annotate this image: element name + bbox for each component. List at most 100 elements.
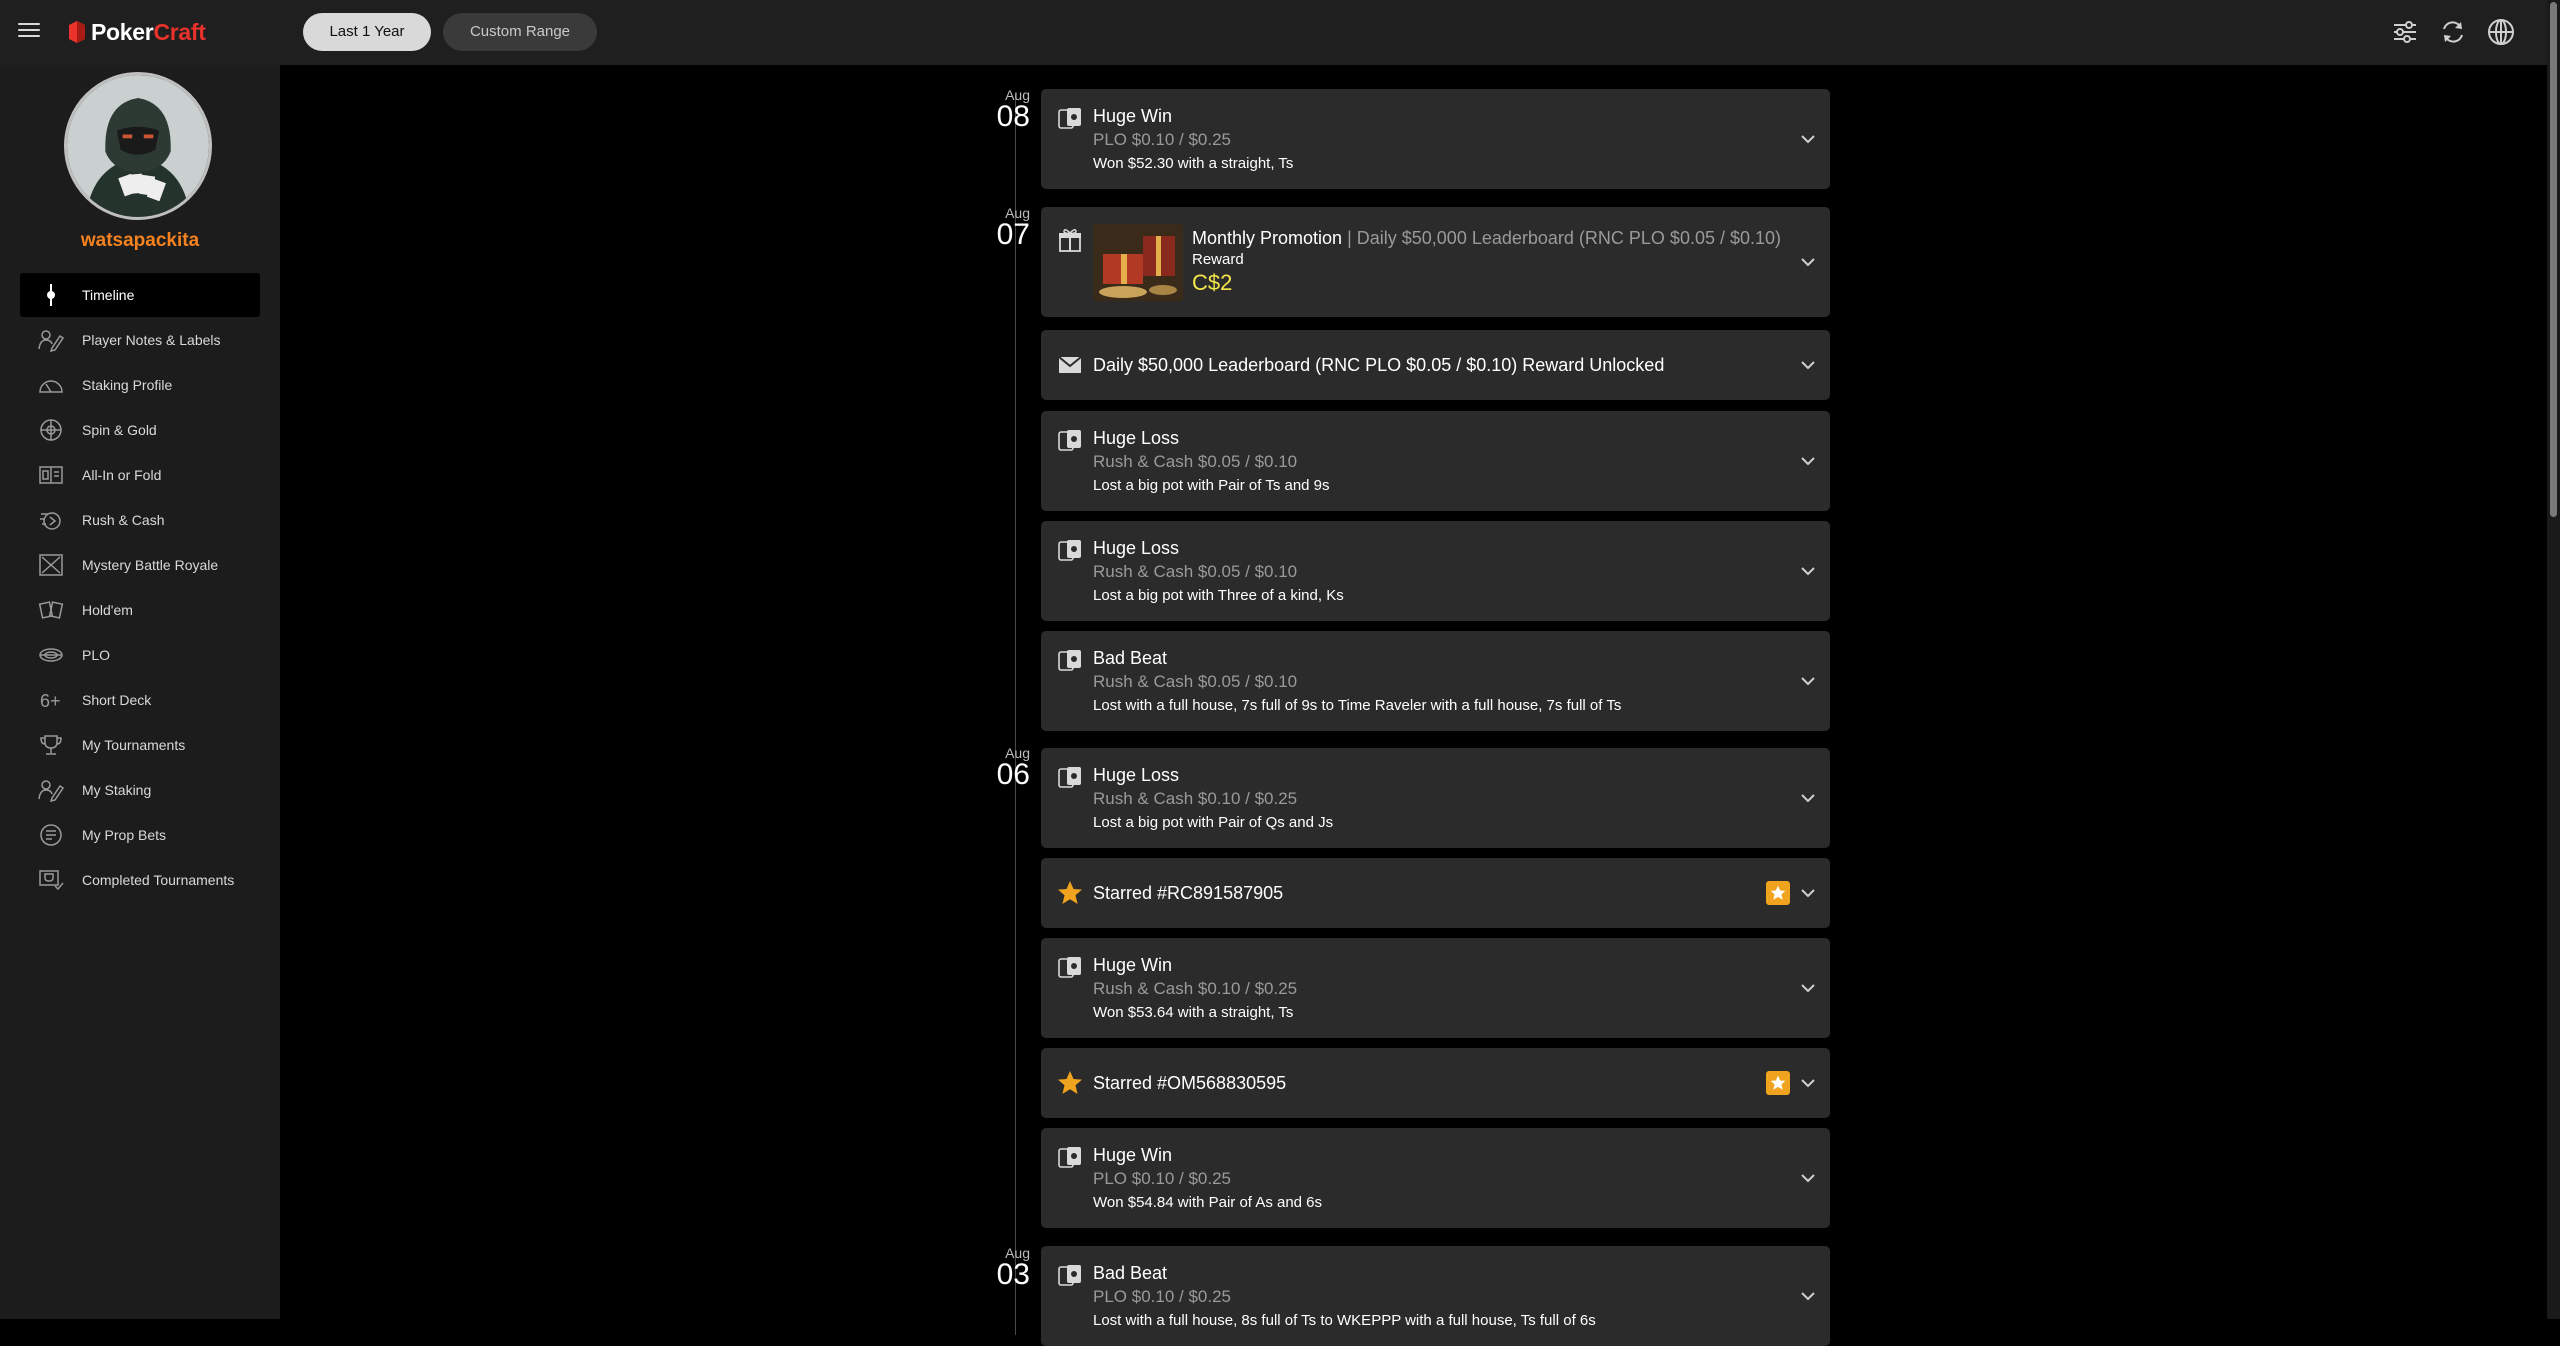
scrollbar-thumb[interactable] xyxy=(2550,2,2557,517)
timeline-card-huge-win[interactable]: Huge Win Rush & Cash $0.10 / $0.25 Won $… xyxy=(1041,938,1830,1038)
top-bar: PokerCraft Last 1 Year Custom Range xyxy=(0,0,2547,65)
promotion-title: Monthly Promotion xyxy=(1192,228,1343,248)
sidebar-item-label: Rush & Cash xyxy=(82,512,165,528)
sidebar-item-label: My Tournaments xyxy=(82,737,186,753)
cards-icon xyxy=(1058,430,1081,451)
chevron-down-icon[interactable] xyxy=(1800,982,1816,994)
sidebar-item-my-staking[interactable]: My Staking xyxy=(20,768,260,812)
timeline-card-huge-loss[interactable]: Huge Loss Rush & Cash $0.05 / $0.10 Lost… xyxy=(1041,411,1830,511)
spin-wheel-icon xyxy=(36,418,66,442)
sidebar-item-label: Staking Profile xyxy=(82,377,173,393)
sidebar-item-timeline[interactable]: Timeline xyxy=(20,273,260,317)
scrollbar[interactable] xyxy=(2547,0,2560,1319)
sidebar-item-plo[interactable]: PLO xyxy=(20,633,260,677)
card-game: Rush & Cash $0.10 / $0.25 xyxy=(1093,979,1298,998)
rush-icon xyxy=(36,508,66,532)
sidebar-item-staking-profile[interactable]: Staking Profile xyxy=(20,363,260,407)
sidebar-item-holdem[interactable]: Hold'em xyxy=(20,588,260,632)
timeline-card-reward-unlocked[interactable]: Daily $50,000 Leaderboard (RNC PLO $0.05… xyxy=(1041,330,1830,400)
sidebar-item-player-notes[interactable]: Player Notes & Labels xyxy=(20,318,260,362)
sidebar-item-my-prop-bets[interactable]: My Prop Bets xyxy=(20,813,260,857)
logo-text-craft: Craft xyxy=(153,18,206,45)
chevron-down-icon[interactable] xyxy=(1800,133,1816,145)
card-title: Daily $50,000 Leaderboard (RNC PLO $0.05… xyxy=(1093,355,1665,375)
date-day: 03 xyxy=(996,1258,1030,1291)
card-game: Rush & Cash $0.05 / $0.10 xyxy=(1093,672,1298,691)
swords-icon xyxy=(36,553,66,577)
sidebar-item-short-deck[interactable]: 6+ Short Deck xyxy=(20,678,260,722)
chevron-down-icon[interactable] xyxy=(1800,455,1816,467)
globe-icon[interactable] xyxy=(2487,18,2515,46)
chevron-down-icon[interactable] xyxy=(1800,675,1816,687)
sidebar-item-label: Spin & Gold xyxy=(82,422,157,438)
card-description: Lost a big pot with Three of a kind, Ks xyxy=(1093,587,1344,604)
sidebar-nav: Timeline Player Notes & Labels Staking P… xyxy=(20,273,260,903)
last-1-year-button[interactable]: Last 1 Year xyxy=(303,13,431,51)
chevron-down-icon[interactable] xyxy=(1800,359,1816,371)
date-day: 08 xyxy=(996,100,1030,133)
sidebar-item-completed-tournaments[interactable]: Completed Tournaments xyxy=(20,858,260,902)
sidebar-item-label: PLO xyxy=(82,647,111,663)
sidebar-item-my-tournaments[interactable]: My Tournaments xyxy=(20,723,260,767)
sidebar-item-label: Short Deck xyxy=(82,692,152,708)
chevron-down-icon[interactable] xyxy=(1800,1290,1816,1302)
avatar[interactable] xyxy=(64,72,212,220)
card-description: Lost with a full house, 8s full of Ts to… xyxy=(1093,1312,1596,1329)
star-icon xyxy=(1058,1071,1082,1094)
card-title: Bad Beat xyxy=(1093,1263,1168,1283)
pokercraft-logo: PokerCraft xyxy=(69,17,206,47)
trophy-icon xyxy=(36,733,66,757)
chevron-down-icon[interactable] xyxy=(1800,887,1816,899)
chevron-down-icon[interactable] xyxy=(1800,256,1816,268)
timeline-card-huge-win[interactable]: Huge Win PLO $0.10 / $0.25 Won $54.84 wi… xyxy=(1041,1128,1830,1228)
chevron-down-icon[interactable] xyxy=(1800,1172,1816,1184)
starred-badge-icon[interactable] xyxy=(1766,1071,1790,1095)
promotion-image xyxy=(1093,224,1183,301)
sidebar: watsapackita Timeline Player Notes & Lab… xyxy=(0,65,280,1319)
timeline-card-huge-loss[interactable]: Huge Loss Rush & Cash $0.10 / $0.25 Lost… xyxy=(1041,748,1830,848)
card-title: Starred #OM568830595 xyxy=(1093,1073,1287,1093)
custom-range-button[interactable]: Custom Range xyxy=(443,13,597,51)
cards-icon xyxy=(1058,540,1081,561)
sidebar-item-spin-gold[interactable]: Spin & Gold xyxy=(20,408,260,452)
timeline-card-starred[interactable]: Starred #OM568830595 xyxy=(1041,1048,1830,1118)
timeline-card-promotion[interactable]: Monthly Promotion | Daily $50,000 Leader… xyxy=(1041,207,1830,317)
chevron-down-icon[interactable] xyxy=(1800,792,1816,804)
timeline-card-huge-loss[interactable]: Huge Loss Rush & Cash $0.05 / $0.10 Lost… xyxy=(1041,521,1830,621)
sidebar-item-label: My Prop Bets xyxy=(82,827,167,843)
filter-icon[interactable] xyxy=(2391,18,2419,46)
timeline-card-bad-beat[interactable]: Bad Beat PLO $0.10 / $0.25 Lost with a f… xyxy=(1041,1246,1830,1346)
chevron-down-icon[interactable] xyxy=(1800,1077,1816,1089)
date-day: 06 xyxy=(996,758,1030,791)
sidebar-item-label: Mystery Battle Royale xyxy=(82,557,219,573)
menu-icon[interactable] xyxy=(18,19,40,41)
card-description: Won $53.64 with a straight, Ts xyxy=(1093,1004,1294,1021)
sidebar-item-mystery-battle-royale[interactable]: Mystery Battle Royale xyxy=(20,543,260,587)
card-title: Huge Win xyxy=(1093,955,1173,975)
sidebar-item-label: Completed Tournaments xyxy=(82,872,235,888)
sidebar-item-rush-cash[interactable]: Rush & Cash xyxy=(20,498,260,542)
cards-icon xyxy=(1058,650,1081,671)
timeline: Aug 08 Aug 07 Aug 06 Aug 03 Huge Win PLO $0.… xyxy=(980,65,1840,1346)
six-plus-icon: 6+ xyxy=(36,688,66,712)
sidebar-item-all-in-or-fold[interactable]: All-In or Fold xyxy=(20,453,260,497)
card-description: Lost with a full house, 7s full of 9s to… xyxy=(1093,697,1622,714)
card-description: Lost a big pot with Pair of Ts and 9s xyxy=(1093,477,1330,494)
date-marker: Aug 03 xyxy=(980,1245,1030,1291)
timeline-card-starred[interactable]: Starred #RC891587905 xyxy=(1041,858,1830,928)
sidebar-item-label: All-In or Fold xyxy=(82,467,162,483)
card-title: Huge Loss xyxy=(1093,428,1180,448)
refresh-icon[interactable] xyxy=(2439,18,2467,46)
staking-icon xyxy=(36,778,66,802)
starred-badge-icon[interactable] xyxy=(1766,881,1790,905)
mail-icon xyxy=(1058,356,1082,373)
sidebar-item-label: Hold'em xyxy=(82,602,133,618)
date-marker: Aug 06 xyxy=(980,745,1030,791)
timeline-card-bad-beat[interactable]: Bad Beat Rush & Cash $0.05 / $0.10 Lost … xyxy=(1041,631,1830,731)
chevron-down-icon[interactable] xyxy=(1800,565,1816,577)
promotion-subtitle: | Daily $50,000 Leaderboard (RNC PLO $0.… xyxy=(1342,228,1782,248)
reward-label: Reward xyxy=(1192,251,1244,268)
timeline-card-huge-win[interactable]: Huge Win PLO $0.10 / $0.25 Won $52.30 wi… xyxy=(1041,89,1830,189)
card-game: PLO $0.10 / $0.25 xyxy=(1093,1169,1231,1188)
star-icon xyxy=(1058,881,1082,904)
